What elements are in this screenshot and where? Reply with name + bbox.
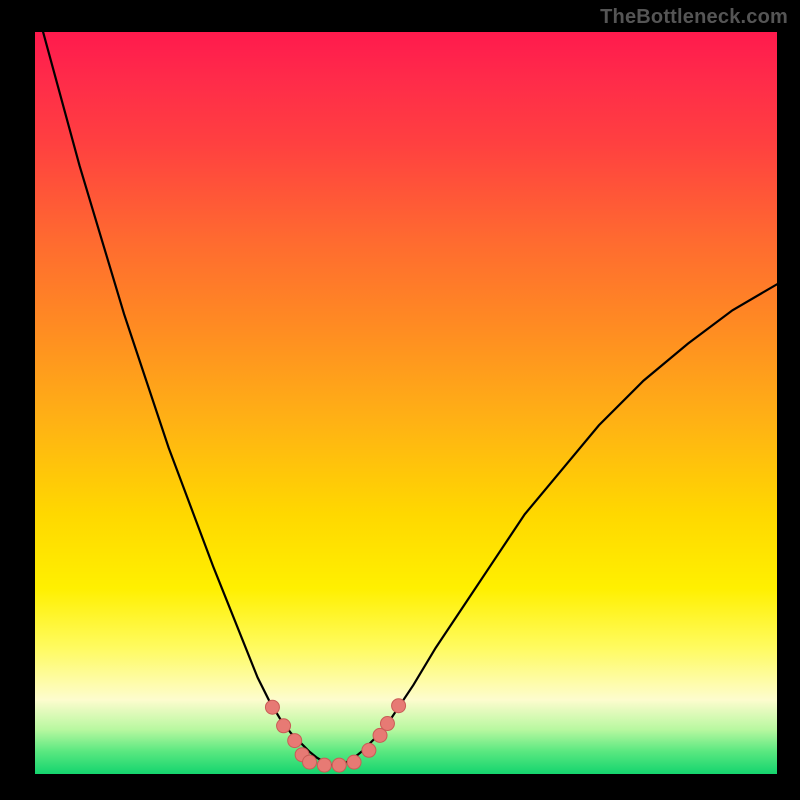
data-marker [265, 700, 279, 714]
data-marker [332, 758, 346, 772]
plot-area [35, 32, 777, 774]
data-marker [303, 755, 317, 769]
data-marker [277, 719, 291, 733]
data-marker [392, 699, 406, 713]
data-marker [362, 743, 376, 757]
curve-layer [35, 32, 777, 774]
data-marker [317, 758, 331, 772]
watermark-text: TheBottleneck.com [600, 6, 788, 29]
data-markers [265, 699, 405, 772]
bottleneck-curve [35, 32, 777, 765]
data-marker [380, 717, 394, 731]
data-marker [288, 734, 302, 748]
data-marker [347, 755, 361, 769]
chart-frame: TheBottleneck.com [0, 0, 800, 800]
